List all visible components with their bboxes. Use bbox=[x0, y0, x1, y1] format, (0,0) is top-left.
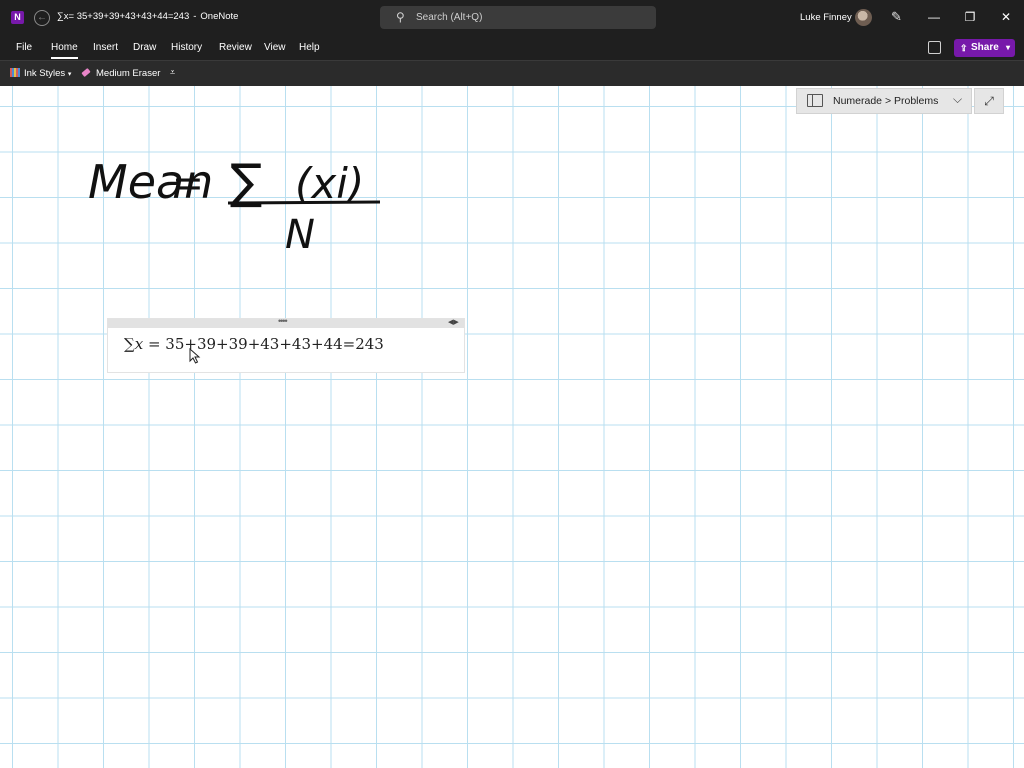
share-label: Share bbox=[971, 42, 999, 53]
breadcrumb-path: Numerade > Problems bbox=[833, 95, 939, 107]
share-icon: ⇪ bbox=[960, 43, 968, 53]
handwritten-mean-formula[interactable]: Mean = ∑ (xi) N bbox=[80, 140, 400, 255]
tab-view[interactable]: View bbox=[264, 42, 286, 53]
ink-denominator: N bbox=[285, 212, 315, 255]
close-button[interactable]: ✕ bbox=[994, 7, 1018, 27]
page-title: ∑x= 35+39+39+43+43+44=243 bbox=[57, 11, 190, 22]
ink-numerator: (xi) bbox=[295, 159, 364, 208]
tab-file[interactable]: File bbox=[16, 42, 32, 53]
tab-draw[interactable]: Draw bbox=[133, 42, 156, 53]
ribbon-tabs: File Home Insert Draw History Review Vie… bbox=[0, 36, 1024, 60]
eraser-icon bbox=[81, 68, 91, 77]
eraser-label: Medium Eraser bbox=[96, 68, 161, 79]
page-icon bbox=[807, 94, 823, 107]
ink-styles-button[interactable]: Ink Styles ▾ bbox=[10, 68, 71, 79]
chevron-down-icon: ⌵ bbox=[953, 92, 963, 106]
breadcrumb[interactable]: Numerade > Problems ⌵ bbox=[796, 88, 972, 114]
chevron-down-icon: ▾ bbox=[67, 71, 72, 78]
title-separator: - bbox=[193, 11, 197, 22]
math-equation-container[interactable]: •••• ◀▶ ∑x = 35+39+39+43+43+44=243 bbox=[107, 316, 465, 373]
tab-insert[interactable]: Insert bbox=[93, 42, 118, 53]
onenote-app-icon: N bbox=[11, 11, 24, 24]
ribbon-toolbar: Ink Styles ▾ Medium Eraser ⩡ bbox=[0, 60, 1024, 87]
notebooks-icon[interactable] bbox=[928, 41, 941, 54]
restore-button[interactable]: ❐ bbox=[958, 7, 982, 27]
medium-eraser-button[interactable]: Medium Eraser bbox=[81, 68, 161, 79]
ink-styles-label: Ink Styles bbox=[24, 68, 66, 79]
user-name[interactable]: Luke Finney bbox=[800, 12, 852, 23]
drag-dots-icon: •••• bbox=[278, 316, 288, 326]
search-placeholder: Search (Alt+Q) bbox=[416, 12, 483, 23]
search-icon: ⚲ bbox=[396, 10, 405, 24]
ink-fraction-bar bbox=[227, 200, 381, 205]
share-button[interactable]: ⇪ Share ▾ bbox=[954, 39, 1015, 57]
avatar[interactable] bbox=[855, 9, 872, 26]
math-expression: = 35+39+39+43+43+44=243 bbox=[143, 335, 384, 353]
minimize-button[interactable]: — bbox=[922, 7, 946, 27]
expand-icon[interactable]: ⤢ bbox=[974, 88, 1004, 114]
resize-arrows-icon[interactable]: ◀▶ bbox=[448, 318, 459, 326]
tab-history[interactable]: History bbox=[171, 42, 202, 53]
math-variable: x bbox=[134, 335, 144, 353]
ink-styles-icon bbox=[10, 68, 20, 77]
math-sigma: ∑ bbox=[124, 335, 135, 353]
title-bar: N ← ∑x= 35+39+39+43+43+44=243- OneNote ⚲ … bbox=[0, 0, 1024, 36]
app-name: OneNote bbox=[200, 11, 239, 22]
tab-home[interactable]: Home bbox=[51, 42, 78, 59]
tab-review[interactable]: Review bbox=[219, 42, 252, 53]
window-title: ∑x= 35+39+39+43+43+44=243- OneNote bbox=[57, 11, 238, 22]
pen-icon[interactable]: ✎ bbox=[891, 9, 902, 25]
back-button[interactable]: ← bbox=[34, 10, 50, 26]
chevron-down-icon[interactable]: ▾ bbox=[1006, 39, 1010, 57]
ink-equals: = bbox=[172, 161, 204, 205]
more-options-icon[interactable]: ⩡ bbox=[170, 67, 175, 78]
container-drag-handle[interactable]: •••• ◀▶ bbox=[108, 316, 464, 328]
tab-help[interactable]: Help bbox=[299, 42, 320, 53]
math-equation[interactable]: ∑x = 35+39+39+43+43+44=243 bbox=[124, 335, 384, 353]
search-box[interactable]: ⚲ Search (Alt+Q) bbox=[380, 6, 656, 29]
